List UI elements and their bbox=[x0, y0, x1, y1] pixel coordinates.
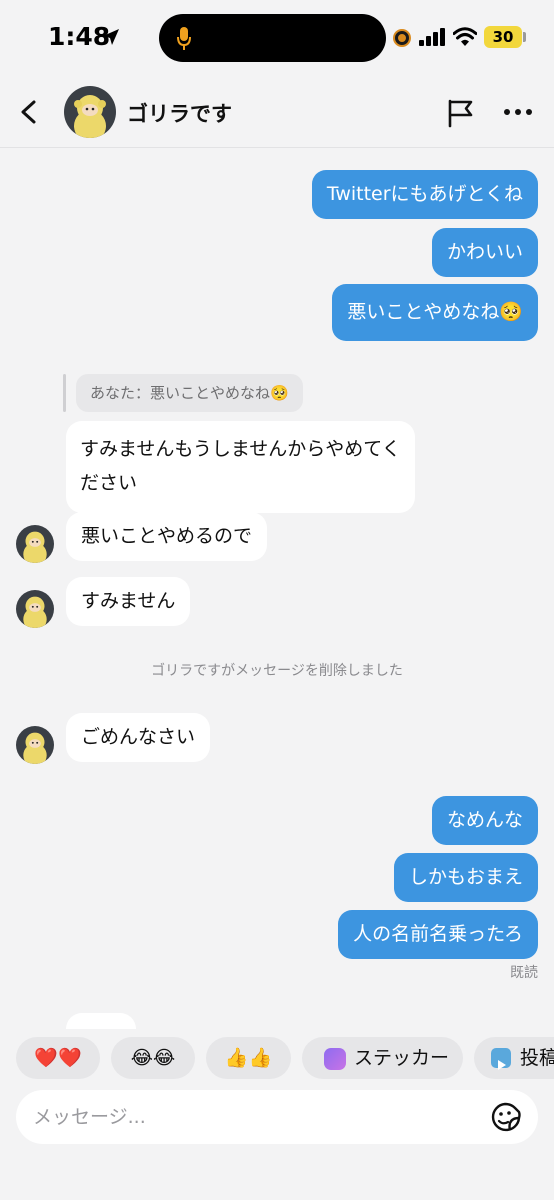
reply-quote[interactable]: あなた：悪いことやめなね🥺 bbox=[76, 374, 303, 412]
system-notice: ゴリラですがメッセージを削除しました bbox=[151, 663, 403, 679]
message-composer bbox=[16, 1090, 538, 1144]
outgoing-message[interactable]: 人の名前名乗ったろ bbox=[338, 910, 538, 959]
message-text: 悪いことやめるので bbox=[81, 525, 253, 547]
location-arrow-icon bbox=[103, 29, 119, 45]
quick-reply-bar: ❤️❤️ 😂😂 👍👍 ステッカー 投稿 bbox=[0, 1033, 554, 1083]
incoming-message[interactable]: ごめんなさい bbox=[66, 713, 211, 762]
yellow-doll-avatar-icon bbox=[64, 86, 116, 138]
quick-reaction-laughs[interactable]: 😂😂 bbox=[111, 1037, 195, 1079]
read-receipt: 既読 bbox=[510, 965, 538, 981]
chat-header: ゴリラです bbox=[0, 78, 554, 148]
message-text: しかもおまえ bbox=[408, 866, 523, 888]
contact-avatar[interactable] bbox=[64, 86, 116, 138]
message-text: かわいい bbox=[446, 241, 523, 263]
message-list[interactable]: Twitterにもあげとくね かわいい 悪いことやめなね🥺 あなた：悪いことやめ… bbox=[0, 149, 554, 1029]
incoming-message-partial[interactable] bbox=[66, 1013, 136, 1029]
status-bar: 1:48 30 bbox=[0, 0, 554, 78]
cellular-signal-icon bbox=[419, 28, 445, 46]
post-button[interactable]: 投稿 bbox=[474, 1037, 554, 1079]
quick-reaction-thumbs[interactable]: 👍👍 bbox=[206, 1037, 291, 1079]
message-text: Twitterにもあげとくね bbox=[326, 183, 523, 205]
back-chevron-icon[interactable] bbox=[16, 98, 42, 126]
sender-avatar[interactable] bbox=[16, 726, 54, 764]
battery-indicator: 30 bbox=[484, 26, 522, 48]
dynamic-island bbox=[159, 14, 386, 62]
microphone-icon bbox=[177, 27, 191, 50]
sticker-label: ステッカー bbox=[354, 1047, 450, 1069]
incoming-message[interactable]: 悪いことやめるので bbox=[66, 512, 268, 561]
recording-indicator-icon bbox=[395, 31, 409, 45]
wifi-icon bbox=[453, 27, 477, 46]
battery-level: 30 bbox=[492, 28, 514, 46]
sender-avatar[interactable] bbox=[16, 525, 54, 563]
quick-reaction-hearts[interactable]: ❤️❤️ bbox=[16, 1037, 100, 1079]
sticker-emoji-icon[interactable] bbox=[490, 1101, 522, 1133]
outgoing-message[interactable]: Twitterにもあげとくね bbox=[311, 170, 538, 219]
outgoing-message[interactable]: しかもおまえ bbox=[393, 853, 538, 902]
incoming-message[interactable]: すみません bbox=[66, 577, 191, 626]
more-options-icon[interactable] bbox=[503, 102, 533, 122]
yellow-doll-avatar-icon bbox=[16, 525, 54, 563]
message-input[interactable] bbox=[33, 1090, 473, 1144]
sender-avatar[interactable] bbox=[16, 590, 54, 628]
message-text: なめんな bbox=[446, 809, 523, 831]
message-text: ごめんなさい bbox=[81, 726, 196, 748]
message-text: すみません bbox=[81, 590, 176, 612]
message-text: すみませんもうしませんからやめてく bbox=[80, 438, 401, 460]
reply-quote-bar bbox=[63, 374, 66, 412]
yellow-doll-avatar-icon bbox=[16, 726, 54, 764]
outgoing-message[interactable]: なめんな bbox=[431, 796, 538, 845]
contact-name[interactable]: ゴリラです bbox=[127, 98, 232, 128]
yellow-doll-avatar-icon bbox=[16, 590, 54, 628]
message-text: 人の名前名乗ったろ bbox=[353, 923, 523, 945]
sticker-button[interactable]: ステッカー bbox=[302, 1037, 463, 1079]
flag-report-icon[interactable] bbox=[444, 97, 476, 129]
sticker-icon bbox=[324, 1048, 346, 1070]
outgoing-message[interactable]: かわいい bbox=[431, 228, 538, 277]
battery-tip bbox=[523, 32, 526, 42]
message-text: ださい bbox=[80, 472, 138, 494]
play-post-icon bbox=[491, 1048, 511, 1070]
message-text: 悪いことやめなね🥺 bbox=[347, 301, 523, 323]
post-label: 投稿 bbox=[520, 1047, 554, 1069]
incoming-message[interactable]: すみませんもうしませんからやめてく ださい bbox=[66, 421, 415, 513]
outgoing-message[interactable]: 悪いことやめなね🥺 bbox=[332, 284, 538, 341]
